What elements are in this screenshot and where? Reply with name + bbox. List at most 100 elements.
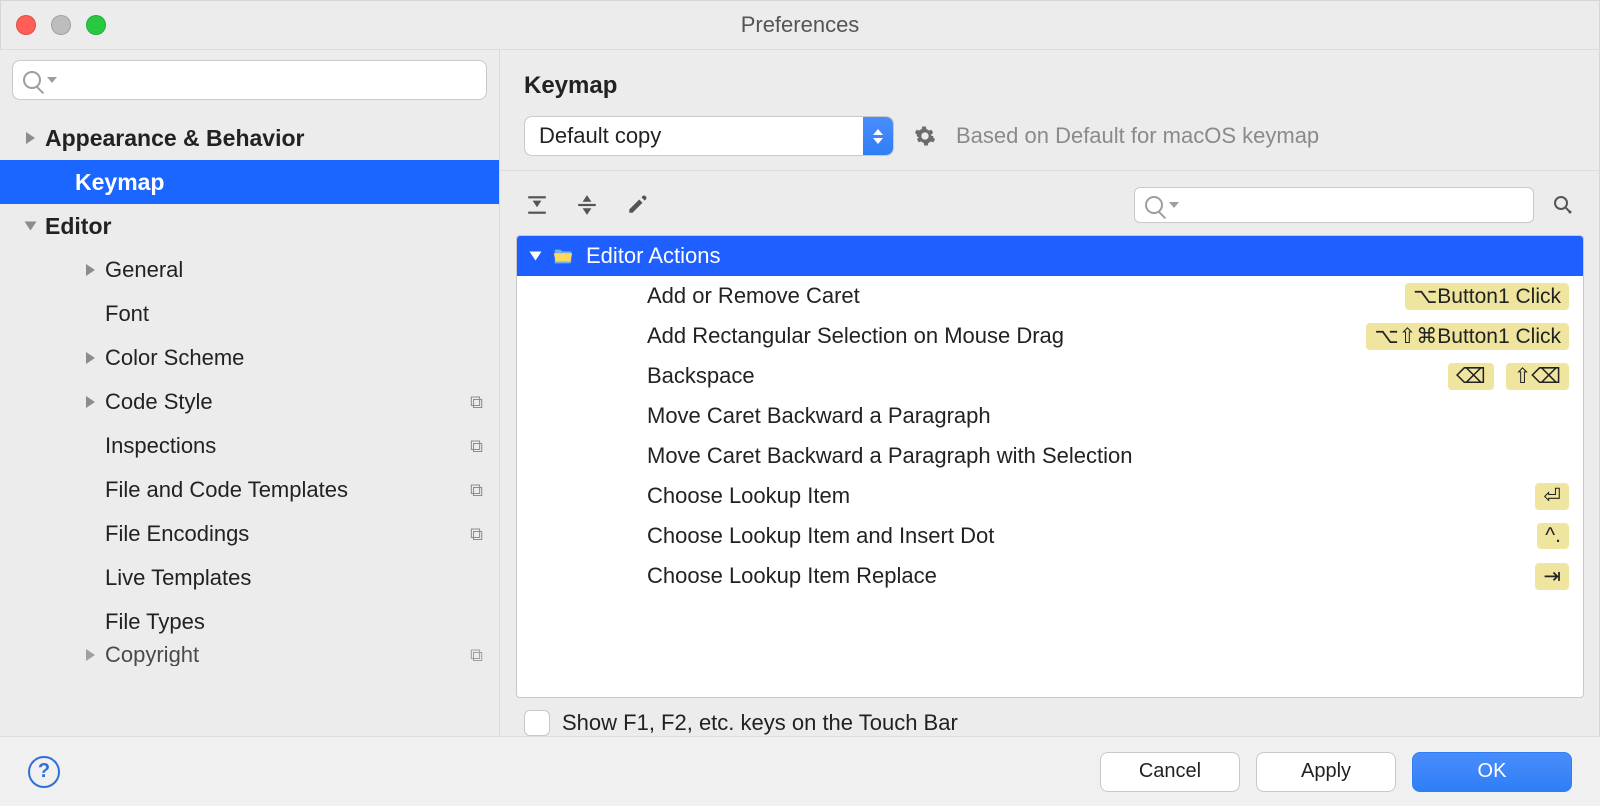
- action-row[interactable]: Backspace⌫⇧⌫: [517, 356, 1583, 396]
- chevron-up-icon: [873, 129, 883, 135]
- search-icon: [23, 71, 41, 89]
- cancel-button[interactable]: Cancel: [1100, 752, 1240, 792]
- search-icon: [1145, 196, 1163, 214]
- ok-button[interactable]: OK: [1412, 752, 1572, 792]
- touchbar-checkbox-row[interactable]: Show F1, F2, etc. keys on the Touch Bar: [500, 698, 1600, 736]
- main-panel: Keymap Default copy Based on Default for…: [500, 50, 1600, 736]
- action-label: Add Rectangular Selection on Mouse Drag: [647, 323, 1064, 349]
- disclosure-triangle-icon[interactable]: [86, 396, 95, 408]
- sidebar-item-label: Keymap: [75, 169, 164, 196]
- keymap-select-stepper[interactable]: [863, 117, 893, 155]
- action-group-label: Editor Actions: [586, 243, 721, 269]
- shortcut-chip: ⇧⌫: [1506, 363, 1569, 390]
- sidebar-item-label: Code Style: [105, 389, 213, 415]
- shortcut-chip: ⏎: [1535, 483, 1569, 510]
- titlebar: Preferences: [0, 0, 1600, 50]
- action-label: Choose Lookup Item: [647, 483, 850, 509]
- disclosure-triangle-icon: [530, 252, 542, 261]
- disclosure-triangle-icon[interactable]: [86, 264, 95, 276]
- settings-tree[interactable]: Appearance & Behavior Keymap Editor General…: [0, 110, 499, 736]
- action-row[interactable]: Move Caret Backward a Paragraph: [517, 396, 1583, 436]
- sidebar-item-label: Editor: [45, 213, 111, 240]
- sidebar-item-label: File Encodings: [105, 521, 249, 547]
- sidebar-search-field[interactable]: [12, 60, 487, 100]
- keymap-select-value: Default copy: [525, 117, 863, 155]
- sidebar-item[interactable]: File Encodings⧉: [0, 512, 499, 556]
- project-override-icon: ⧉: [470, 480, 483, 501]
- help-button[interactable]: ?: [28, 756, 60, 788]
- action-row[interactable]: Choose Lookup Item and Insert Dot ^.: [517, 516, 1583, 556]
- sidebar-item-label: Appearance & Behavior: [45, 125, 304, 152]
- disclosure-triangle-icon[interactable]: [25, 222, 37, 231]
- folder-icon: [552, 245, 574, 267]
- sidebar-item[interactable]: Color Scheme: [0, 336, 499, 380]
- action-row[interactable]: Choose Lookup Item Replace ⇥: [517, 556, 1583, 596]
- content: Appearance & Behavior Keymap Editor General…: [0, 50, 1600, 736]
- action-row[interactable]: Choose Lookup Item ⏎: [517, 476, 1583, 516]
- sidebar-item[interactable]: Inspections⧉: [0, 424, 499, 468]
- action-label: Move Caret Backward a Paragraph: [647, 403, 991, 429]
- sidebar-item[interactable]: General: [0, 248, 499, 292]
- sidebar-item-label: General: [105, 257, 183, 283]
- find-by-shortcut-icon[interactable]: [1550, 192, 1576, 218]
- disclosure-triangle-icon[interactable]: [86, 649, 95, 661]
- sidebar-search-input[interactable]: [63, 68, 476, 93]
- disclosure-triangle-icon[interactable]: [26, 132, 35, 144]
- page-title: Keymap: [500, 50, 1600, 116]
- edit-icon[interactable]: [624, 192, 650, 218]
- shortcut-list: ^.: [1537, 523, 1569, 549]
- project-override-icon: ⧉: [470, 392, 483, 413]
- action-row[interactable]: Add Rectangular Selection on Mouse Drag ⌥…: [517, 316, 1583, 356]
- expand-all-icon[interactable]: [524, 192, 550, 218]
- project-override-icon: ⧉: [470, 645, 483, 666]
- sidebar-item[interactable]: File Types: [0, 600, 499, 644]
- search-history-icon[interactable]: [1169, 202, 1179, 208]
- action-label: Choose Lookup Item and Insert Dot: [647, 523, 994, 549]
- apply-button[interactable]: Apply: [1256, 752, 1396, 792]
- zoom-window-icon[interactable]: [86, 15, 106, 35]
- sidebar-item-label: File and Code Templates: [105, 477, 348, 503]
- checkbox-icon[interactable]: [524, 710, 550, 736]
- sidebar-item[interactable]: Editor: [0, 204, 499, 248]
- action-row[interactable]: Add or Remove Caret ⌥Button1 Click: [517, 276, 1583, 316]
- action-label: Move Caret Backward a Paragraph with Sel…: [647, 443, 1132, 469]
- search-history-icon[interactable]: [47, 77, 57, 83]
- disclosure-triangle-icon[interactable]: [86, 352, 95, 364]
- shortcut-list: ⌫⇧⌫: [1448, 363, 1569, 390]
- shortcut-chip: ⇥: [1535, 563, 1569, 590]
- action-list[interactable]: Editor Actions Add or Remove Caret ⌥Butto…: [516, 235, 1584, 698]
- sidebar-item[interactable]: Live Templates: [0, 556, 499, 600]
- sidebar-item-label: Live Templates: [105, 565, 251, 591]
- action-search-input[interactable]: [1185, 193, 1523, 217]
- action-label: Choose Lookup Item Replace: [647, 563, 937, 589]
- keymap-select[interactable]: Default copy: [524, 116, 894, 156]
- sidebar-item[interactable]: File and Code Templates ⧉: [0, 468, 499, 512]
- sidebar-item[interactable]: Copyright ⧉: [0, 644, 499, 666]
- shortcut-list: ⌥Button1 Click: [1405, 283, 1569, 310]
- shortcut-list: ⏎: [1535, 483, 1569, 510]
- minimize-window-icon: [51, 15, 71, 35]
- keymap-selector-row: Default copy Based on Default for macOS …: [500, 116, 1600, 171]
- action-group-header[interactable]: Editor Actions: [517, 236, 1583, 276]
- footer: ? Cancel Apply OK: [0, 736, 1600, 806]
- gear-icon[interactable]: [914, 125, 936, 147]
- sidebar-item-label: Copyright: [105, 644, 199, 666]
- action-row[interactable]: Move Caret Backward a Paragraph with Sel…: [517, 436, 1583, 476]
- window-controls: [16, 15, 106, 35]
- shortcut-list: ⌥⇧⌘Button1 Click: [1366, 323, 1569, 350]
- collapse-all-icon[interactable]: [574, 192, 600, 218]
- shortcut-chip: ⌥Button1 Click: [1405, 283, 1569, 310]
- preferences-window: Preferences Appearance & Behavior Keymap E…: [0, 0, 1600, 806]
- sidebar-item[interactable]: Font: [0, 292, 499, 336]
- shortcut-chip: ⌥⇧⌘Button1 Click: [1366, 323, 1569, 350]
- sidebar-item[interactable]: Keymap: [0, 160, 499, 204]
- action-label: Add or Remove Caret: [647, 283, 860, 309]
- shortcut-chip: ^.: [1537, 523, 1569, 549]
- sidebar-item-label: File Types: [105, 609, 205, 635]
- keymap-toolbar: [500, 171, 1600, 235]
- sidebar-item[interactable]: Appearance & Behavior: [0, 116, 499, 160]
- sidebar-item[interactable]: Code Style ⧉: [0, 380, 499, 424]
- action-search-field[interactable]: [1134, 187, 1534, 223]
- close-window-icon[interactable]: [16, 15, 36, 35]
- sidebar: Appearance & Behavior Keymap Editor General…: [0, 50, 500, 736]
